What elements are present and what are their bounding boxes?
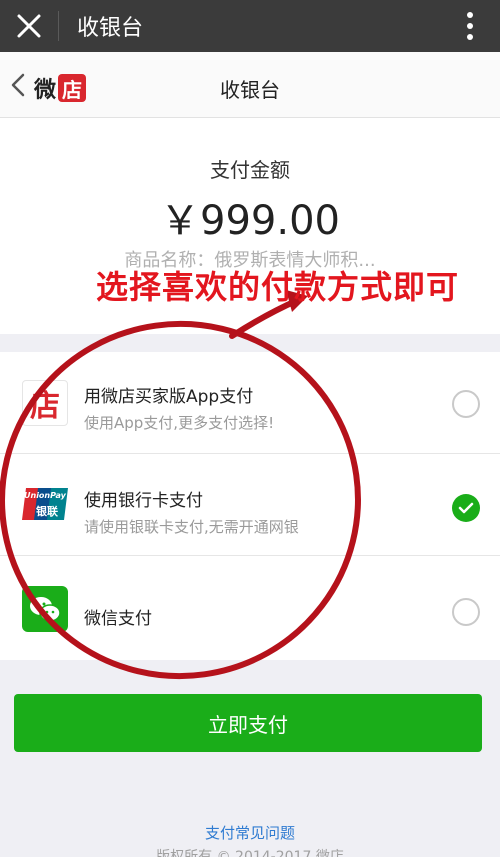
nav-bar: 微 店 收银台 [0,52,500,118]
faq-link[interactable]: 支付常见问题 [0,822,500,843]
payment-method-wechat[interactable]: 微信支付 [0,556,500,660]
app-title: 收银台 [77,16,144,41]
method-title: 用微店买家版App支付 [84,387,254,407]
annotation-text: 选择喜欢的付款方式即可 [96,268,460,306]
radio-unchecked[interactable] [452,598,480,626]
amount-value: ￥999.00 [160,198,340,244]
app-top-bar: 收银台 [0,0,500,52]
radio-checked[interactable] [452,494,480,522]
method-title: 微信支付 [84,609,152,629]
payment-method-list: 店 用微店买家版App支付 使用App支付,更多支付选择! UnionPay 银… [0,352,500,660]
unionpay-icon: UnionPay 银联 [22,484,68,524]
radio-unchecked[interactable] [452,390,480,418]
unionpay-icon-text-bottom: 银联 [36,505,58,518]
wechat-icon [22,586,68,632]
divider [58,11,59,41]
page-title: 收银台 [220,78,280,102]
close-icon[interactable] [0,0,58,52]
more-icon[interactable] [440,0,500,52]
weidian-app-icon: 店 [22,380,68,426]
method-subtitle: 使用App支付,更多支付选择! [84,414,275,432]
copyright-text: 版权所有 © 2014-2017 微店 [156,849,344,857]
checkmark-icon [458,502,474,514]
unionpay-icon-text-top: UnionPay [24,491,66,500]
weidian-app-icon-char: 店 [30,389,60,424]
pay-now-button[interactable]: 立即支付 [14,694,482,752]
method-title: 使用银行卡支付 [84,491,203,511]
amount-label: 支付金额 [210,158,290,182]
payment-method-app[interactable]: 店 用微店买家版App支付 使用App支付,更多支付选择! [0,352,500,454]
method-subtitle: 请使用银联卡支付,无需开通网银 [84,518,299,536]
payment-method-bankcard[interactable]: UnionPay 银联 使用银行卡支付 请使用银联卡支付,无需开通网银 [0,454,500,556]
